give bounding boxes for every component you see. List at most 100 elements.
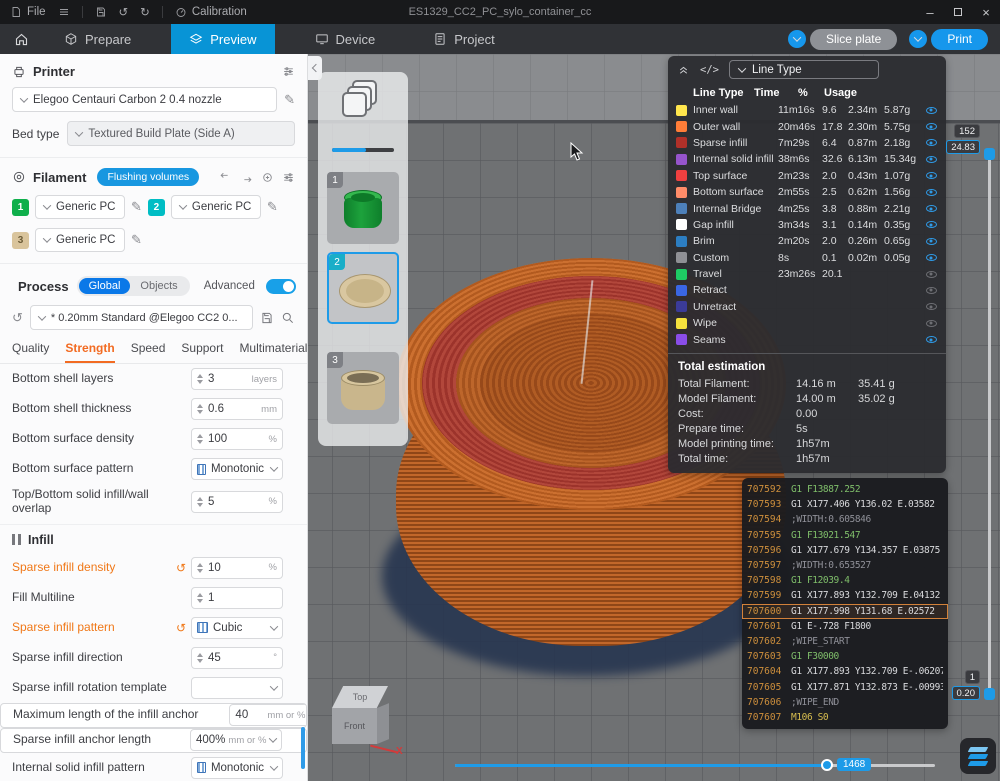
slice-plate-button[interactable]: Slice plate (810, 29, 897, 50)
gcode-line[interactable]: 707598 G1 F12039.4 (742, 573, 948, 588)
tab-device[interactable]: Device (297, 24, 394, 54)
gcode-view-icon[interactable] (700, 64, 719, 76)
line-type-row[interactable]: Seams (668, 331, 946, 347)
plates-stack-icon[interactable] (342, 80, 384, 122)
print-options-button[interactable] (909, 30, 927, 48)
print-button[interactable]: Print (931, 29, 988, 50)
home-button[interactable] (10, 28, 32, 50)
gcode-line[interactable]: 707597 ;WIDTH:0.653527 (742, 558, 948, 573)
layer-slider-bottom-handle[interactable] (984, 688, 995, 700)
main-menu-button[interactable] (58, 6, 70, 18)
maximize-button[interactable] (944, 0, 972, 24)
flushing-volumes-button[interactable]: Flushing volumes (97, 168, 199, 186)
reset-param-icon[interactable] (176, 621, 191, 635)
collapse-panel-icon[interactable] (677, 63, 690, 76)
tab-preview[interactable]: Preview (171, 24, 274, 54)
param-input[interactable] (191, 677, 283, 699)
filament-arrange-icon[interactable] (219, 171, 232, 184)
gcode-line[interactable]: 707607 M106 S0 (742, 710, 948, 725)
gcode-line[interactable]: 707600 G1 X177.998 Y131.68 E.02572 (742, 604, 948, 619)
save-button[interactable] (95, 6, 107, 18)
line-type-row[interactable]: Wipe (668, 315, 946, 331)
gizmo-front-face[interactable]: Front (332, 708, 377, 744)
tab-quality[interactable]: Quality (12, 341, 49, 363)
param-input[interactable]: 0.6 mm (191, 398, 283, 420)
param-input[interactable]: 45 ° (191, 647, 283, 669)
line-type-row[interactable]: Top surface 2m23s 2.0 0.43m 1.07g (668, 168, 946, 184)
param-input[interactable]: Monotonic (191, 458, 283, 480)
line-type-row[interactable]: Inner wall 11m16s 9.6 2.34m 5.87g (668, 102, 946, 118)
process-preset-select[interactable]: * 0.20mm Standard @Elegoo CC2 0... (30, 305, 253, 330)
plate-thumbnail-3[interactable]: 3 (327, 352, 399, 424)
gcode-line[interactable]: 707606 ;WIPE_END (742, 695, 948, 710)
stepper-arrows-icon[interactable] (197, 593, 203, 603)
save-preset-icon[interactable] (260, 311, 274, 325)
line-type-row[interactable]: Gap infill 3m34s 3.1 0.14m 0.35g (668, 217, 946, 233)
tab-prepare[interactable]: Prepare (46, 24, 149, 54)
filament-slot-2[interactable]: 2 (148, 199, 165, 216)
gcode-line[interactable]: 707592 G1 F13887.252 (742, 482, 948, 497)
printer-preset-select[interactable]: Elegoo Centauri Carbon 2 0.4 nozzle (12, 87, 277, 112)
param-input[interactable]: 3 layers (191, 368, 283, 390)
scope-objects[interactable]: Objects (130, 278, 187, 294)
scope-global[interactable]: Global (79, 278, 131, 294)
tab-project[interactable]: Project (415, 24, 512, 54)
gcode-line[interactable]: 707596 G1 X177.679 Y134.357 E.03875 (742, 543, 948, 558)
param-input[interactable]: 10 % (191, 557, 283, 579)
visibility-eye-icon[interactable] (924, 156, 938, 163)
tab-multimaterial[interactable]: Multimaterial (239, 341, 307, 363)
view-type-select[interactable]: Line Type (729, 60, 879, 79)
line-type-row[interactable]: Internal Bridge 4m25s 3.8 0.88m 2.21g (668, 200, 946, 216)
search-preset-icon[interactable] (281, 311, 295, 325)
filament-3-select[interactable]: Generic PC (35, 228, 125, 252)
layer-slider[interactable] (984, 148, 994, 700)
stepper-arrows-icon[interactable] (197, 374, 203, 384)
filament-1-select[interactable]: Generic PC (35, 195, 125, 219)
calibration-button[interactable]: Calibration (175, 6, 247, 18)
3d-viewport[interactable]: 1 2 3 (308, 54, 1000, 781)
stepper-arrows-icon[interactable] (197, 497, 203, 507)
line-type-row[interactable]: Retract (668, 282, 946, 298)
plate-zoom-slider[interactable] (332, 148, 394, 152)
gcode-line[interactable]: 707594 ;WIDTH:0.605846 (742, 512, 948, 527)
param-input[interactable]: Monotonic (191, 757, 283, 779)
edit-filament-3-icon[interactable]: ✎ (131, 232, 142, 248)
infill-section-header[interactable]: Infill (0, 524, 307, 553)
visibility-eye-icon[interactable] (924, 287, 938, 294)
move-slider[interactable]: 1468 (455, 758, 935, 772)
line-type-row[interactable]: Internal solid infill 38m6s 32.6 6.13m 1… (668, 151, 946, 167)
line-type-row[interactable]: Custom 8s 0.1 0.02m 0.05g (668, 250, 946, 266)
filament-slot-1[interactable]: 1 (12, 199, 29, 216)
redo-button[interactable]: ↻ (140, 5, 150, 19)
visibility-eye-icon[interactable] (924, 320, 938, 327)
gcode-line[interactable]: 707605 G1 X177.871 Y132.873 E-.00993 (742, 679, 948, 694)
gcode-line[interactable]: 707595 G1 F13021.547 (742, 528, 948, 543)
param-input[interactable]: Cubic (191, 617, 283, 639)
stepper-arrows-icon[interactable] (197, 563, 203, 573)
gcode-line[interactable]: 707602 ;WIPE_START (742, 634, 948, 649)
visibility-eye-icon[interactable] (924, 221, 938, 228)
gcode-line[interactable]: 707593 G1 X177.406 Y136.02 E.03582 (742, 497, 948, 512)
sidebar-scrollbar[interactable] (301, 727, 305, 769)
filament-settings-icon[interactable] (282, 171, 295, 184)
visibility-eye-icon[interactable] (924, 107, 938, 114)
advanced-toggle[interactable] (266, 279, 296, 294)
reset-param-icon[interactable] (176, 561, 191, 575)
gcode-line[interactable]: 707599 G1 X177.893 Y132.709 E.04132 (742, 588, 948, 603)
line-type-row[interactable]: Outer wall 20m46s 17.8 2.30m 5.75g (668, 118, 946, 134)
gcode-line[interactable]: 707603 G1 F30000 (742, 649, 948, 664)
bed-type-select[interactable]: Textured Build Plate (Side A) (67, 121, 295, 146)
minimize-button[interactable]: – (916, 0, 944, 24)
close-button[interactable]: × (972, 0, 1000, 24)
param-input[interactable]: 40 mm or % (229, 704, 307, 726)
line-type-row[interactable]: Brim 2m20s 2.0 0.26m 0.65g (668, 233, 946, 249)
visibility-eye-icon[interactable] (924, 172, 938, 179)
filament-add-icon[interactable] (261, 171, 274, 184)
edit-filament-2-icon[interactable]: ✎ (267, 199, 278, 215)
stepper-arrows-icon[interactable] (197, 653, 203, 663)
printer-settings-icon[interactable] (282, 65, 295, 78)
line-type-row[interactable]: Unretract (668, 299, 946, 315)
slice-options-button[interactable] (788, 30, 806, 48)
line-type-row[interactable]: Sparse infill 7m29s 6.4 0.87m 2.18g (668, 135, 946, 151)
visibility-eye-icon[interactable] (924, 205, 938, 212)
